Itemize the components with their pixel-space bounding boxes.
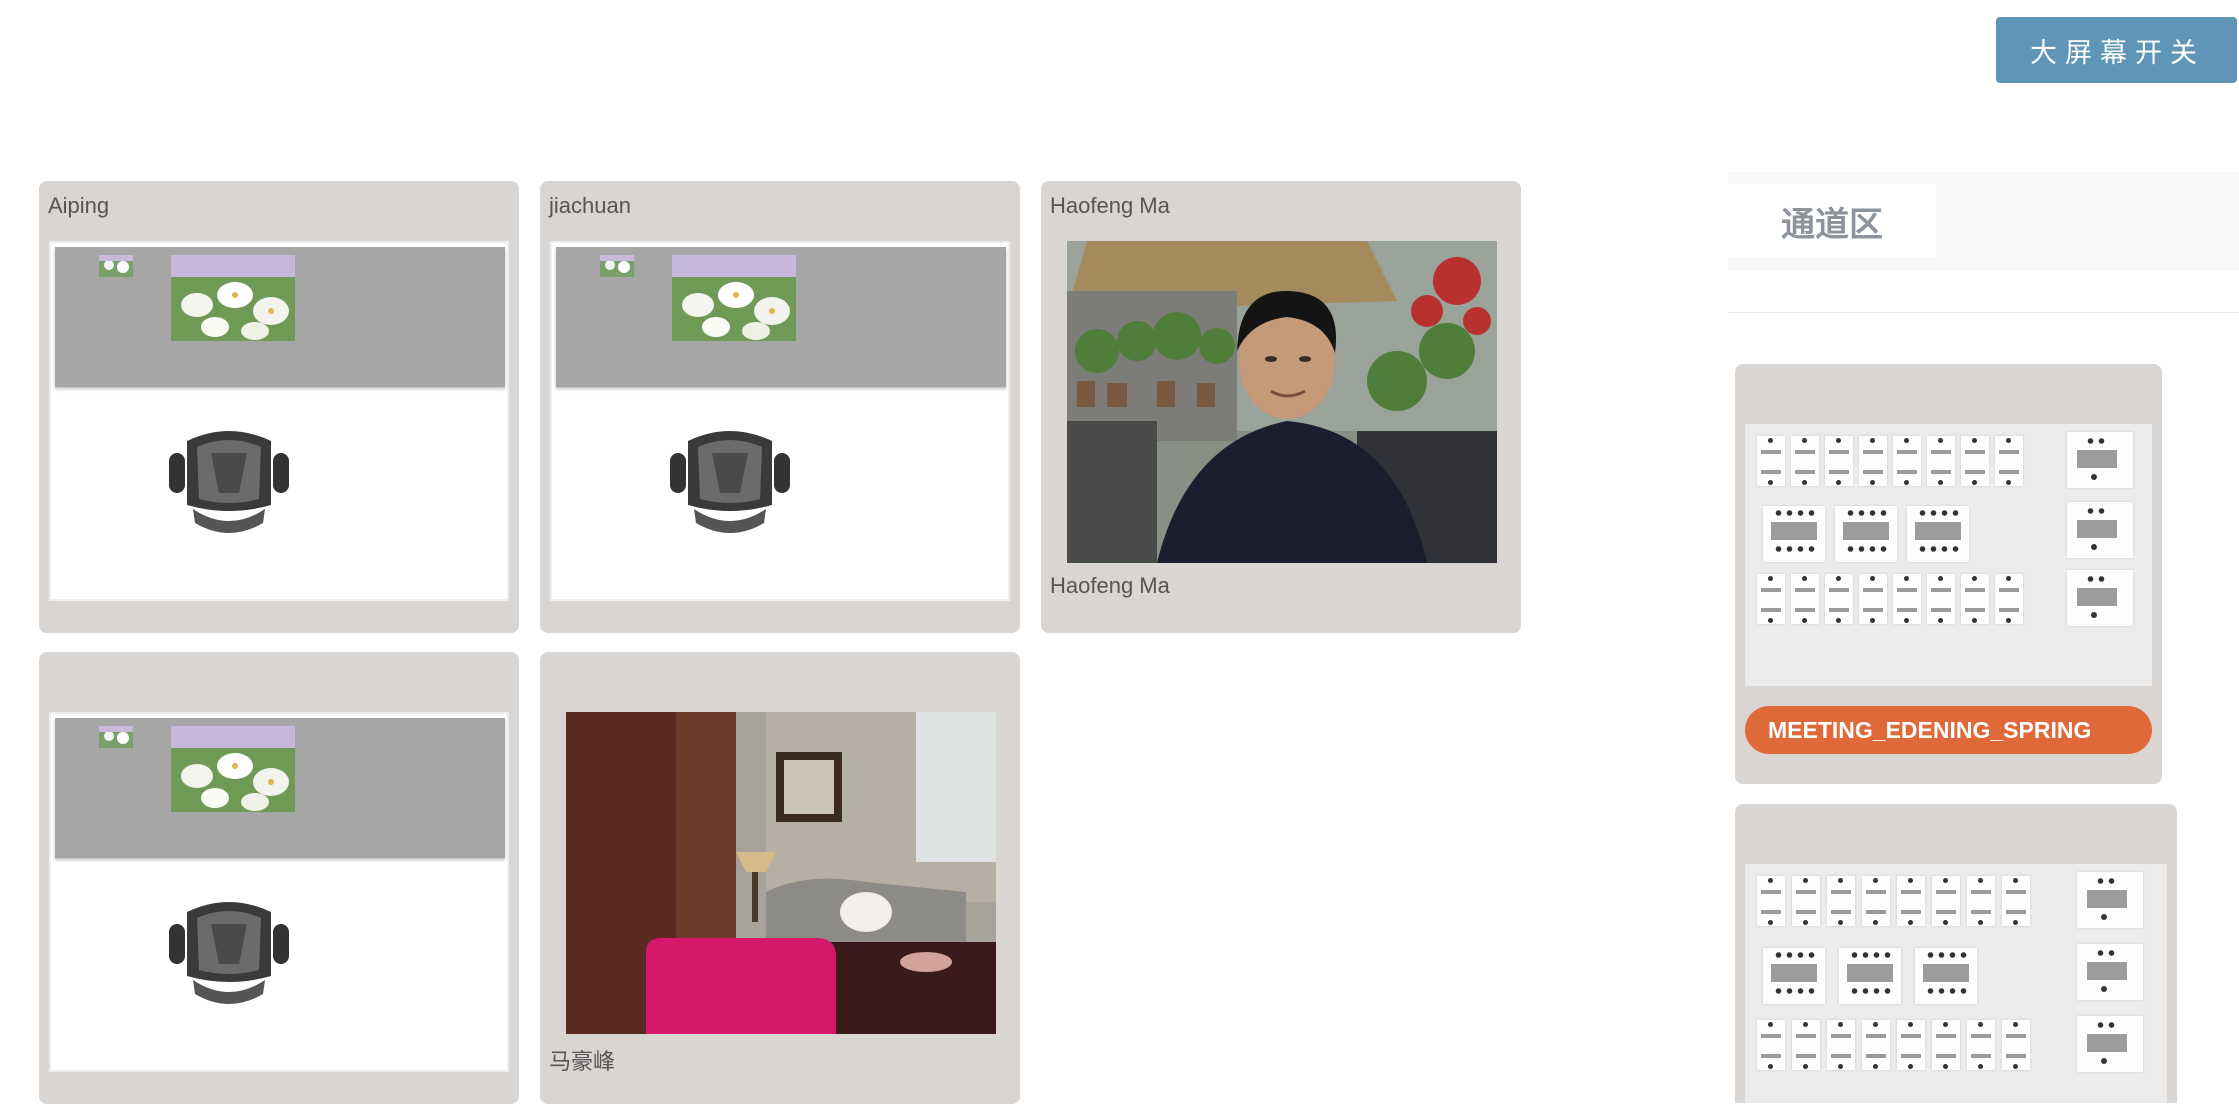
desk-cluster bbox=[1839, 948, 1901, 1004]
desk bbox=[1792, 1020, 1820, 1070]
side-desk bbox=[2067, 502, 2133, 558]
chair-icon bbox=[169, 431, 289, 533]
tab-channel-area[interactable]: 通道区 bbox=[1728, 184, 1936, 258]
participant-tile-4[interactable] bbox=[39, 652, 519, 1104]
participant-tile-aiping[interactable]: Aiping bbox=[39, 181, 519, 633]
mini-flower-picture-icon bbox=[99, 726, 133, 748]
participant-caption: 马豪峰 bbox=[549, 1049, 616, 1074]
desk-cluster bbox=[1835, 506, 1897, 562]
desk bbox=[1932, 876, 1960, 926]
mini-flower-picture-icon bbox=[99, 255, 133, 277]
desk bbox=[1995, 436, 2023, 486]
mini-flower-picture-icon bbox=[600, 255, 634, 277]
desk-cluster bbox=[1915, 948, 1977, 1004]
desk bbox=[1859, 436, 1887, 486]
desk bbox=[1932, 1020, 1960, 1070]
virtual-room-view bbox=[49, 712, 509, 1072]
webcam-video bbox=[566, 712, 996, 1034]
desk bbox=[1995, 574, 2023, 624]
desk bbox=[1825, 574, 1853, 624]
flower-picture-icon bbox=[672, 255, 796, 341]
desk bbox=[1967, 876, 1995, 926]
side-desk bbox=[2077, 944, 2143, 1000]
desk bbox=[1961, 436, 1989, 486]
desk bbox=[1827, 1020, 1855, 1070]
side-desk bbox=[2077, 1016, 2143, 1072]
desk bbox=[1757, 574, 1785, 624]
desk bbox=[1862, 1020, 1890, 1070]
virtual-room-view bbox=[49, 241, 509, 601]
big-screen-toggle-button[interactable]: 大屏幕开关 bbox=[1996, 17, 2237, 83]
desk bbox=[1967, 1020, 1995, 1070]
side-desk bbox=[2067, 570, 2133, 626]
desk bbox=[2002, 876, 2030, 926]
webcam-video bbox=[1067, 241, 1497, 563]
room-wall bbox=[55, 718, 505, 858]
room-name-label[interactable]: MEETING_EDENING_SPRING bbox=[1745, 706, 2152, 754]
participant-tile-ma-haofeng[interactable]: 马豪峰 bbox=[540, 652, 1020, 1104]
virtual-room-view bbox=[550, 241, 1010, 601]
desk-cluster bbox=[1907, 506, 1969, 562]
desk bbox=[1791, 436, 1819, 486]
flower-picture-icon bbox=[171, 255, 295, 341]
participant-name: Haofeng Ma bbox=[1050, 193, 1170, 218]
desk bbox=[1897, 876, 1925, 926]
desk bbox=[1757, 876, 1785, 926]
desk bbox=[1825, 436, 1853, 486]
room-floor-plan bbox=[1745, 424, 2152, 686]
desk bbox=[1791, 574, 1819, 624]
room-floor-plan bbox=[1745, 864, 2167, 1103]
desk bbox=[1927, 574, 1955, 624]
desk bbox=[1859, 574, 1887, 624]
room-wall bbox=[556, 247, 1006, 387]
room-map-card[interactable] bbox=[1735, 804, 2177, 1103]
desk bbox=[1893, 436, 1921, 486]
room-wall bbox=[55, 247, 505, 387]
desk bbox=[2002, 1020, 2030, 1070]
participant-name: Aiping bbox=[48, 193, 110, 218]
desk bbox=[1827, 876, 1855, 926]
desk bbox=[1897, 1020, 1925, 1070]
desk bbox=[1757, 1020, 1785, 1070]
participant-tile-jiachuan[interactable]: jiachuan bbox=[540, 181, 1020, 633]
flower-picture-icon bbox=[171, 726, 295, 812]
side-desk bbox=[2077, 872, 2143, 928]
desk bbox=[1927, 436, 1955, 486]
side-desk bbox=[2067, 432, 2133, 488]
room-map-card[interactable]: MEETING_EDENING_SPRING bbox=[1735, 364, 2162, 784]
chair-icon bbox=[169, 902, 289, 1004]
divider bbox=[1728, 312, 2239, 313]
participant-caption: Haofeng Ma bbox=[1050, 573, 1170, 598]
desk bbox=[1757, 436, 1785, 486]
desk bbox=[1862, 876, 1890, 926]
desk-cluster bbox=[1763, 506, 1825, 562]
desk-cluster bbox=[1763, 948, 1825, 1004]
desk bbox=[1961, 574, 1989, 624]
participant-tile-haofeng-ma[interactable]: Haofeng Ma Haofeng Ma bbox=[1041, 181, 1521, 633]
participant-name: jiachuan bbox=[549, 193, 631, 218]
desk bbox=[1792, 876, 1820, 926]
desk bbox=[1893, 574, 1921, 624]
chair-icon bbox=[670, 431, 790, 533]
